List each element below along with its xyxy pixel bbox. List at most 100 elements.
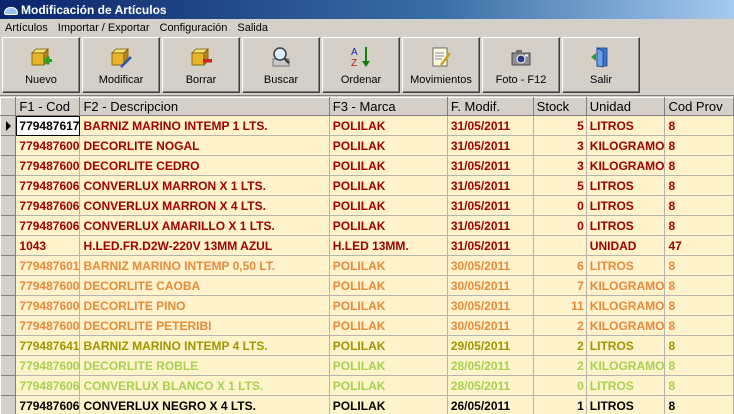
cell-unidad[interactable]: KILOGRAMO [586,295,666,316]
cell-marca[interactable]: POLILAK [329,215,448,236]
row-indicator[interactable] [0,195,17,216]
cell-fecha[interactable]: 26/05/2011 [447,395,534,414]
row-indicator[interactable] [0,215,17,236]
cell-stock[interactable]: 0 [533,375,587,396]
table-row[interactable]: 779487600 DECORLITE NOGAL POLILAK 31/05/201… [0,135,734,156]
cell-stock[interactable] [533,235,587,256]
cell-descripcion[interactable]: DECORLITE CEDRO [79,155,330,176]
cell-fecha[interactable]: 30/05/2011 [447,295,534,316]
table-row[interactable]: 779487600 DECORLITE PINO POLILAK 30/05/2011… [0,295,734,316]
cell-cod[interactable]: 779487606 [15,175,81,196]
cell-descripcion[interactable]: DECORLITE PINO [79,295,330,316]
cell-stock[interactable]: 5 [533,115,587,136]
cell-cod-prov[interactable]: 8 [664,175,734,196]
cell-cod-prov[interactable]: 8 [664,195,734,216]
table-row[interactable]: 779487606 CONVERLUX AMARILLO X 1 LTS. POLI… [0,215,734,236]
row-indicator[interactable] [0,175,17,196]
cell-fecha[interactable]: 31/05/2011 [447,115,534,136]
cell-fecha[interactable]: 30/05/2011 [447,255,534,276]
cell-descripcion[interactable]: DECORLITE CAOBA [79,275,330,296]
row-indicator[interactable] [0,335,17,356]
cell-cod[interactable]: 779487600 [15,155,81,176]
cell-cod[interactable]: 779487600 [15,135,81,156]
table-row[interactable]: 779487641 BARNIZ MARINO INTEMP 4 LTS. POLI… [0,335,734,356]
menu-configuracion[interactable]: Configuración [155,22,233,34]
cell-cod[interactable]: 779487606 [15,375,81,396]
cell-cod[interactable]: 779487601 [15,255,81,276]
cell-unidad[interactable]: KILOGRAMO [586,275,666,296]
table-row[interactable]: 779487606 CONVERLUX MARRON X 4 LTS. POLILA… [0,195,734,216]
cell-unidad[interactable]: LITROS [586,215,666,236]
table-row[interactable]: 1043 H.LED.FR.D2W-220V 13MM AZUL H.LED 13… [0,235,734,256]
cell-cod-prov[interactable]: 8 [664,395,734,414]
cell-cod-prov[interactable]: 8 [664,255,734,276]
table-row[interactable]: 779487606 CONVERLUX BLANCO X 1 LTS. POLILA… [0,375,734,396]
table-row[interactable]: 779487606 CONVERLUX MARRON X 1 LTS. POLILA… [0,175,734,196]
cell-descripcion[interactable]: DECORLITE NOGAL [79,135,330,156]
row-indicator[interactable] [0,135,17,156]
table-row[interactable]: 779487617 BARNIZ MARINO INTEMP 1 LTS. POLI… [0,115,734,136]
movimientos-button[interactable]: Movimientos [402,37,480,93]
cell-cod-prov[interactable]: 8 [664,115,734,136]
cell-unidad[interactable]: KILOGRAMO [586,155,666,176]
header-fecha-modif[interactable]: F. Modif. [446,97,534,116]
cell-marca[interactable]: POLILAK [329,175,448,196]
cell-stock[interactable]: 3 [533,155,587,176]
row-indicator[interactable] [0,395,17,414]
cell-stock[interactable]: 2 [533,315,587,336]
cell-unidad[interactable]: LITROS [586,375,666,396]
cell-descripcion[interactable]: CONVERLUX MARRON X 1 LTS. [79,175,330,196]
cell-descripcion[interactable]: CONVERLUX MARRON X 4 LTS. [79,195,330,216]
cell-stock[interactable]: 5 [533,175,587,196]
row-indicator[interactable] [0,275,17,296]
cell-descripcion[interactable]: CONVERLUX BLANCO X 1 LTS. [79,375,330,396]
cell-marca[interactable]: POLILAK [329,335,448,356]
cell-descripcion[interactable]: CONVERLUX NEGRO X 4 LTS. [79,395,330,414]
cell-marca[interactable]: POLILAK [329,315,448,336]
ordenar-button[interactable]: A Z Ordenar [322,37,400,93]
cell-fecha[interactable]: 31/05/2011 [447,175,534,196]
buscar-button[interactable]: Buscar [242,37,320,93]
cell-fecha[interactable]: 29/05/2011 [447,335,534,356]
cell-unidad[interactable]: LITROS [586,395,666,414]
cell-stock[interactable]: 0 [533,215,587,236]
cell-marca[interactable]: POLILAK [329,115,448,136]
cell-fecha[interactable]: 31/05/2011 [447,215,534,236]
cell-cod[interactable]: 779487600 [15,295,81,316]
cell-cod-prov[interactable]: 8 [664,295,734,316]
cell-cod[interactable]: 779487600 [15,355,81,376]
cell-marca[interactable]: POLILAK [329,155,448,176]
table-row[interactable]: 779487600 DECORLITE CAOBA POLILAK 30/05/201… [0,275,734,296]
menu-salida[interactable]: Salida [232,22,273,34]
row-indicator[interactable] [0,375,17,396]
cell-descripcion[interactable]: DECORLITE ROBLE [79,355,330,376]
cell-descripcion[interactable]: H.LED.FR.D2W-220V 13MM AZUL [79,235,330,256]
salir-button[interactable]: Salir [562,37,640,93]
row-indicator[interactable] [0,295,17,316]
row-indicator[interactable] [0,155,17,176]
header-descripcion[interactable]: F2 - Descripcion [79,97,330,116]
cell-fecha[interactable]: 28/05/2011 [447,355,534,376]
row-indicator[interactable] [0,255,17,276]
cell-marca[interactable]: POLILAK [329,375,448,396]
table-row[interactable]: 779487600 DECORLITE PETERIBI POLILAK 30/05/… [0,315,734,336]
cell-cod-prov[interactable]: 8 [664,355,734,376]
cell-cod[interactable]: 779487600 [15,315,81,336]
cell-marca[interactable]: POLILAK [329,295,448,316]
cell-stock[interactable]: 7 [533,275,587,296]
cell-unidad[interactable]: KILOGRAMO [586,355,666,376]
cell-fecha[interactable]: 31/05/2011 [447,235,534,256]
cell-stock[interactable]: 2 [533,355,587,376]
cell-marca[interactable]: POLILAK [329,195,448,216]
cell-unidad[interactable]: LITROS [586,335,666,356]
cell-unidad[interactable]: LITROS [586,175,666,196]
cell-unidad[interactable]: LITROS [586,195,666,216]
cell-marca[interactable]: POLILAK [329,135,448,156]
cell-fecha[interactable]: 31/05/2011 [447,135,534,156]
menu-articulos[interactable]: Artículos [0,22,53,34]
cell-cod[interactable]: 779487641 [15,335,81,356]
cell-cod-prov[interactable]: 8 [664,215,734,236]
cell-unidad[interactable]: LITROS [586,115,666,136]
cell-unidad[interactable]: LITROS [586,255,666,276]
row-indicator[interactable] [0,315,17,336]
